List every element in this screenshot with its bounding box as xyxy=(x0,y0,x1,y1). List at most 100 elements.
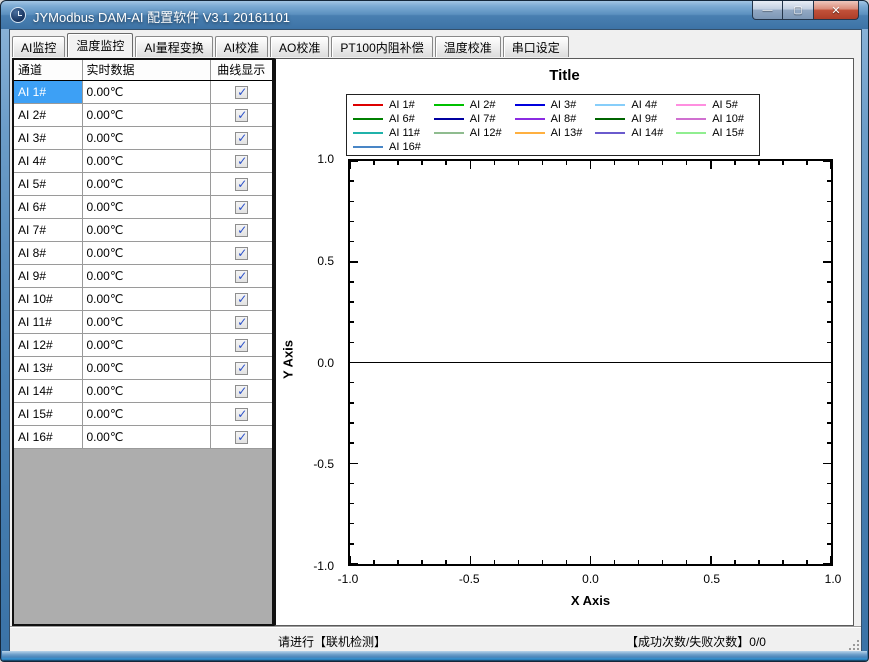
curve-checkbox[interactable]: ✓ xyxy=(235,408,248,421)
table-row[interactable]: AI 4#0.00℃✓ xyxy=(14,149,272,172)
table-row[interactable]: AI 11#0.00℃ ✓ xyxy=(14,310,272,333)
curve-checkbox[interactable]: ✓ xyxy=(235,109,248,122)
table-row[interactable]: AI 6#0.00℃✓ xyxy=(14,195,272,218)
value-cell: 0.00℃ xyxy=(82,310,210,333)
channel-cell: AI 1# xyxy=(14,80,82,103)
x-tick-label: 0.5 xyxy=(703,572,720,586)
curve-checkbox[interactable]: ✓ xyxy=(235,431,248,444)
window-controls: — ▢ ✕ xyxy=(752,1,859,20)
check-icon: ✓ xyxy=(236,268,249,284)
curve-cell: ✓ xyxy=(210,149,272,172)
legend-line-swatch xyxy=(595,118,625,120)
table-row[interactable]: AI 9#0.00℃✓ xyxy=(14,264,272,287)
y-tick xyxy=(827,402,831,404)
y-tick xyxy=(827,201,831,203)
table-row[interactable]: AI 7#0.00℃✓ xyxy=(14,218,272,241)
table-row[interactable]: AI 3#0.00℃✓ xyxy=(14,126,272,149)
y-tick xyxy=(827,281,831,283)
maximize-button[interactable]: ▢ xyxy=(783,1,813,20)
table-row[interactable]: AI 12#0.00℃✓ xyxy=(14,333,272,356)
curve-checkbox[interactable]: ✓ xyxy=(235,270,248,283)
x-tick xyxy=(421,560,423,564)
y-tick xyxy=(350,281,354,283)
curve-checkbox[interactable]: ✓ xyxy=(235,362,248,375)
minimize-button[interactable]: — xyxy=(752,1,783,20)
tab-7[interactable]: 温度校准 xyxy=(435,36,501,57)
chart-title: Title xyxy=(276,67,853,84)
channel-cell: AI 11# xyxy=(14,310,82,333)
curve-checkbox[interactable]: ✓ xyxy=(235,201,248,214)
x-tick xyxy=(662,560,664,564)
tab-4[interactable]: AI校准 xyxy=(215,36,268,57)
channel-cell: AI 9# xyxy=(14,264,82,287)
client-area: AI监控温度监控AI量程变换AI校准AO校准PT100内阻补偿温度校准串口设定 … xyxy=(9,29,862,653)
table-row[interactable]: AI 8#0.00℃✓ xyxy=(14,241,272,264)
channel-cell: AI 16# xyxy=(14,425,82,448)
table-row[interactable]: AI 1#0.00℃ ✓ xyxy=(14,80,272,103)
y-tick xyxy=(350,342,354,344)
tab-8[interactable]: 串口设定 xyxy=(503,36,569,57)
table-row[interactable]: AI 13#0.00℃✓ xyxy=(14,356,272,379)
y-tick xyxy=(823,463,831,465)
close-button[interactable]: ✕ xyxy=(813,1,859,20)
tab-bar: AI监控温度监控AI量程变换AI校准AO校准PT100内阻补偿温度校准串口设定 xyxy=(12,33,571,57)
curve-checkbox[interactable]: ✓ xyxy=(235,86,248,99)
y-tick xyxy=(823,563,831,565)
resize-grip[interactable] xyxy=(847,638,859,650)
tab-2[interactable]: 温度监控 xyxy=(67,33,133,57)
legend-line-swatch xyxy=(515,104,545,106)
tab-5[interactable]: AO校准 xyxy=(270,36,329,57)
value-cell: 0.00℃ xyxy=(82,241,210,264)
table-row[interactable]: AI 2#0.00℃✓ xyxy=(14,103,272,126)
legend-line-swatch xyxy=(353,104,383,106)
y-tick xyxy=(350,563,358,565)
check-icon: ✓ xyxy=(236,130,249,146)
x-tick xyxy=(494,161,496,165)
channel-cell: AI 4# xyxy=(14,149,82,172)
x-tick xyxy=(470,556,472,564)
y-tick xyxy=(823,160,831,162)
table-row[interactable]: AI 15#0.00℃✓ xyxy=(14,402,272,425)
curve-checkbox[interactable]: ✓ xyxy=(235,132,248,145)
curve-checkbox[interactable]: ✓ xyxy=(235,224,248,237)
channel-table: 通道实时数据曲线显示 AI 1#0.00℃✓AI 2#0.00℃✓AI 3#0.… xyxy=(14,60,272,449)
table-row[interactable]: AI 16#0.00℃✓ xyxy=(14,425,272,448)
x-tick xyxy=(445,560,447,564)
legend-label: AI 2# xyxy=(470,99,496,111)
tab-1[interactable]: AI监控 xyxy=(12,36,65,57)
curve-cell: ✓ xyxy=(210,356,272,379)
x-tick xyxy=(494,560,496,564)
curve-checkbox[interactable]: ✓ xyxy=(235,293,248,306)
y-tick xyxy=(350,463,358,465)
x-tick-label: 1.0 xyxy=(825,572,842,586)
x-tick xyxy=(349,161,351,169)
curve-checkbox[interactable]: ✓ xyxy=(235,316,248,329)
column-header-1: 通道 xyxy=(14,60,82,80)
y-tick xyxy=(350,201,354,203)
table-row[interactable]: AI 5#0.00℃✓ xyxy=(14,172,272,195)
legend-label: AI 3# xyxy=(551,99,577,111)
x-tick xyxy=(662,161,664,165)
x-tick xyxy=(590,556,592,564)
curve-checkbox[interactable]: ✓ xyxy=(235,247,248,260)
tab-6[interactable]: PT100内阻补偿 xyxy=(331,36,432,57)
curve-checkbox[interactable]: ✓ xyxy=(235,178,248,191)
legend-label: AI 5# xyxy=(712,99,738,111)
x-tick xyxy=(710,161,712,169)
table-row[interactable]: AI 10#0.00℃✓ xyxy=(14,287,272,310)
curve-checkbox[interactable]: ✓ xyxy=(235,339,248,352)
value-cell: 0.00℃ xyxy=(82,80,210,103)
legend-item: AI 3# xyxy=(513,98,594,111)
channel-cell: AI 7# xyxy=(14,218,82,241)
legend-item: AI 4# xyxy=(593,98,674,111)
x-tick-label: 0.0 xyxy=(582,572,599,586)
table-row[interactable]: AI 14#0.00℃✓ xyxy=(14,379,272,402)
tab-3[interactable]: AI量程变换 xyxy=(135,36,212,57)
x-tick xyxy=(758,560,760,564)
curve-checkbox[interactable]: ✓ xyxy=(235,155,248,168)
value-cell: 0.00℃ xyxy=(82,402,210,425)
value-cell: 0.00℃ xyxy=(82,287,210,310)
curve-checkbox[interactable]: ✓ xyxy=(235,385,248,398)
check-icon: ✓ xyxy=(236,314,249,330)
x-tick xyxy=(782,560,784,564)
